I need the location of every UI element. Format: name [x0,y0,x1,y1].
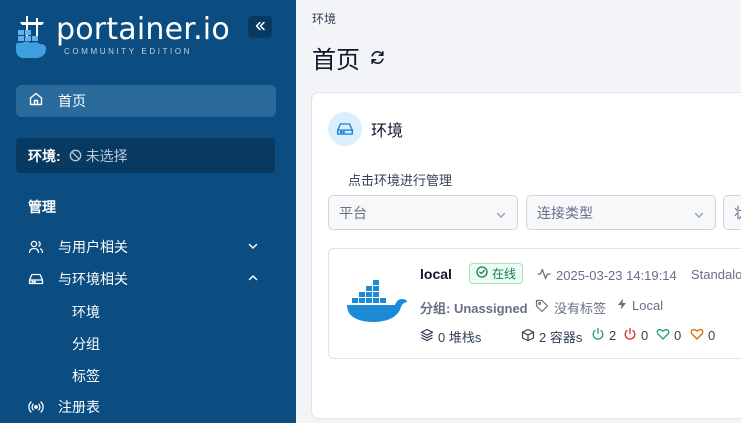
location-text: Local [632,298,664,313]
logo-edition: COMMUNITY EDITION [64,47,193,56]
chevron-down-icon[interactable] [246,239,260,256]
sidebar-item-environment-related[interactable]: 与环境相关 [28,267,268,291]
group-text: 分组: Unassigned [420,301,528,316]
sidebar-item-users[interactable]: 与用户相关 [28,235,268,259]
card-header: 环境 [328,112,403,146]
check-circle-icon [476,266,488,281]
environment-item-local[interactable]: local 在线 2025-03-23 14:19:14 Standalo 分组… [328,248,741,359]
power-off-icon [623,327,637,344]
chevron-down-icon [693,208,705,224]
refresh-icon[interactable] [369,49,386,66]
ban-icon [69,149,82,162]
home-icon [28,91,44,112]
docker-icon [345,275,409,330]
environment-location: Local [617,298,663,313]
status-badge: 在线 [469,263,524,284]
breadcrumb[interactable]: 环境 [312,10,336,27]
sidebar-subitem-environments[interactable]: 环境 [72,302,100,322]
sidebar-item-registries[interactable]: 注册表 [28,395,268,419]
environments-card: 环境 点击环境进行管理 平台 连接类型 状 lo [311,92,741,419]
logo-text: portainer.io [56,12,230,47]
sidebar-item-home[interactable]: 首页 [16,85,276,117]
status-badge-text: 在线 [492,267,517,281]
unhealthy-text: 0 [708,328,716,343]
running-text: 2 [609,328,617,343]
chevron-down-icon [495,208,507,224]
environment-type-text: Standalo [691,267,741,282]
stopped-count: 0 [623,327,648,344]
double-chevron-left-icon [254,20,266,35]
environment-label: 环境: [28,147,61,164]
power-icon [591,327,605,344]
connection-type-filter[interactable]: 连接类型 [526,195,716,230]
status-filter[interactable]: 状 [723,195,741,230]
portainer-logo[interactable]: portainer.io COMMUNITY EDITION [14,14,230,62]
sidebar-subitem-groups[interactable]: 分组 [72,334,100,354]
card-title: 环境 [371,123,404,140]
layers-icon [420,328,434,345]
sidebar: portainer.io COMMUNITY EDITION 首页 环境: 未选… [0,0,296,423]
healthy-text: 0 [674,328,682,343]
sidebar-item-label: 与环境相关 [58,271,128,287]
drive-icon [328,112,362,146]
stacks-text: 0 堆栈s [438,330,482,345]
card-hint: 点击环境进行管理 [348,173,453,188]
activity-icon [537,267,551,284]
timestamp-text: 2025-03-23 14:19:14 [556,268,677,283]
heartbeat-timestamp: 2025-03-23 14:19:14 [537,267,677,284]
environment-name[interactable]: local [420,266,452,282]
portainer-logo-icon [14,14,52,62]
sidebar-item-label: 注册表 [58,399,100,415]
environment-tags: 没有标签 [535,298,606,317]
tag-icon [535,299,549,316]
chevron-up-icon[interactable] [246,271,260,288]
collapse-sidebar-button[interactable] [248,16,272,38]
page-title: 首页 [312,40,386,75]
sidebar-subitem-tags[interactable]: 标签 [72,366,100,386]
section-title-manage: 管理 [28,199,56,215]
stacks-count: 0 堆栈s [420,327,481,346]
running-count: 2 [591,327,616,344]
broadcast-icon [28,399,44,415]
healthy-count: 0 [656,327,681,344]
containers-count: 2 容器s [521,327,582,346]
unhealthy-count: 0 [690,327,715,344]
zap-icon [617,298,627,313]
heart-icon [656,327,670,344]
environment-group: 分组: Unassigned [420,298,528,317]
environment-type: Standalo [691,267,741,282]
stopped-text: 0 [641,328,649,343]
sidebar-item-label: 与用户相关 [58,239,128,255]
containers-text: 2 容器s [539,330,583,345]
box-icon [521,328,535,345]
page-title-text: 首页 [312,47,360,74]
status-filter-label: 状 [734,203,741,223]
drive-icon [28,271,44,287]
environment-selector[interactable]: 环境: 未选择 [16,138,275,173]
heart-unhealthy-icon [690,327,704,344]
platform-filter-label: 平台 [339,204,367,221]
sidebar-item-label: 首页 [58,93,86,109]
users-icon [28,239,44,255]
connection-type-filter-label: 连接类型 [537,204,593,221]
tags-text: 没有标签 [554,301,607,316]
platform-filter[interactable]: 平台 [328,195,518,230]
environment-value: 未选择 [85,147,128,164]
